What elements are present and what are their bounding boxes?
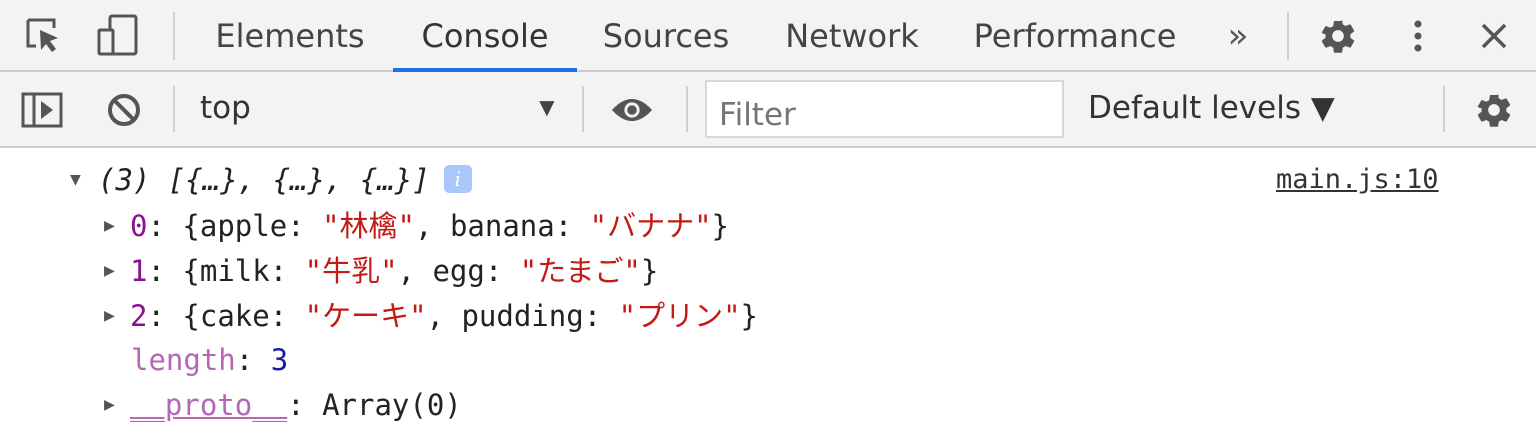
inspect-element-icon[interactable] bbox=[22, 14, 66, 58]
property-value: "ケーキ" bbox=[304, 299, 427, 333]
divider bbox=[173, 12, 175, 60]
info-icon[interactable]: i bbox=[443, 165, 472, 193]
property-value: "プリン" bbox=[618, 299, 741, 333]
divider bbox=[1287, 12, 1289, 60]
tab-elements[interactable]: Elements bbox=[210, 0, 370, 72]
collapsed-triangle-icon[interactable]: ▶ bbox=[104, 204, 115, 248]
console-output: main.js:10 ▼ (3) [{…}, {…}, {…}] i ▶ 0: {… bbox=[0, 150, 1536, 431]
proto-value: Array(0) bbox=[322, 388, 462, 422]
source-location-link[interactable]: main.js:10 bbox=[1276, 158, 1439, 202]
array-item-row[interactable]: ▶ 2: {cake: "ケーキ", pudding: "プリン"} bbox=[104, 294, 758, 338]
proto-row[interactable]: ▶ __proto__: Array(0) bbox=[104, 383, 462, 427]
property-key: egg bbox=[432, 254, 485, 288]
open-brace: { bbox=[182, 209, 200, 243]
log-levels-dropdown[interactable]: Default levels ▼ bbox=[1088, 90, 1335, 126]
length-row: length: 3 bbox=[131, 343, 289, 377]
close-brace: } bbox=[740, 299, 758, 333]
clear-console-icon[interactable] bbox=[102, 88, 146, 132]
divider bbox=[686, 86, 688, 132]
property-value: "林檎" bbox=[322, 209, 416, 243]
open-brace: { bbox=[182, 299, 200, 333]
console-toolbar: top ▼ Default levels ▼ bbox=[0, 72, 1536, 148]
divider bbox=[173, 86, 175, 132]
array-summary-row[interactable]: ▼ (3) [{…}, {…}, {…}] i bbox=[70, 158, 472, 202]
close-icon[interactable] bbox=[1472, 14, 1516, 58]
property-value: "バナナ" bbox=[589, 209, 712, 243]
tab-network[interactable]: Network bbox=[776, 0, 928, 72]
collapsed-triangle-icon[interactable]: ▶ bbox=[104, 249, 115, 293]
tab-console[interactable]: Console bbox=[400, 0, 570, 72]
tab-sources[interactable]: Sources bbox=[597, 0, 735, 72]
proto-key[interactable]: __proto__ bbox=[130, 388, 287, 422]
close-brace: } bbox=[640, 254, 659, 288]
array-item-row[interactable]: ▶ 0: {apple: "林檎", banana: "バナナ"} bbox=[104, 204, 729, 248]
more-tabs-button[interactable]: » bbox=[1214, 0, 1262, 72]
array-summary: (3) [{…}, {…}, {…}] bbox=[98, 163, 430, 197]
settings-gear-icon[interactable] bbox=[1316, 14, 1360, 58]
live-expression-eye-icon[interactable] bbox=[610, 88, 654, 132]
array-item-row[interactable]: ▶ 1: {milk: "牛乳", egg: "たまご"} bbox=[104, 249, 658, 293]
item-index: 0 bbox=[130, 209, 148, 243]
property-key: cake bbox=[199, 299, 270, 333]
collapsed-triangle-icon[interactable]: ▶ bbox=[104, 294, 115, 338]
context-dropdown-arrow-icon[interactable]: ▼ bbox=[534, 92, 560, 123]
property-key: milk bbox=[199, 254, 270, 288]
property-value: "たまご" bbox=[519, 254, 641, 288]
length-value: 3 bbox=[270, 343, 289, 377]
more-options-icon[interactable] bbox=[1396, 14, 1440, 58]
context-selector[interactable]: top bbox=[200, 90, 251, 126]
item-index: 2 bbox=[130, 299, 148, 333]
sidebar-toggle-icon[interactable] bbox=[20, 88, 64, 132]
divider bbox=[582, 86, 584, 132]
filter-input[interactable] bbox=[705, 80, 1064, 138]
open-brace: { bbox=[182, 254, 200, 288]
property-key: pudding bbox=[461, 299, 584, 333]
console-settings-gear-icon[interactable] bbox=[1472, 88, 1516, 132]
property-value: "牛乳" bbox=[304, 254, 398, 288]
item-index: 1 bbox=[130, 254, 148, 288]
length-key: length bbox=[131, 343, 236, 377]
expanded-triangle-icon[interactable]: ▼ bbox=[70, 158, 81, 202]
collapsed-triangle-icon[interactable]: ▶ bbox=[104, 383, 115, 427]
property-key: apple bbox=[199, 209, 288, 243]
divider bbox=[1443, 86, 1445, 132]
property-key: banana bbox=[449, 209, 555, 243]
device-toolbar-icon[interactable] bbox=[96, 14, 140, 58]
tab-performance[interactable]: Performance bbox=[970, 0, 1180, 72]
devtools-tabbar: Elements Console Sources Network Perform… bbox=[0, 0, 1536, 72]
close-brace: } bbox=[711, 209, 730, 243]
